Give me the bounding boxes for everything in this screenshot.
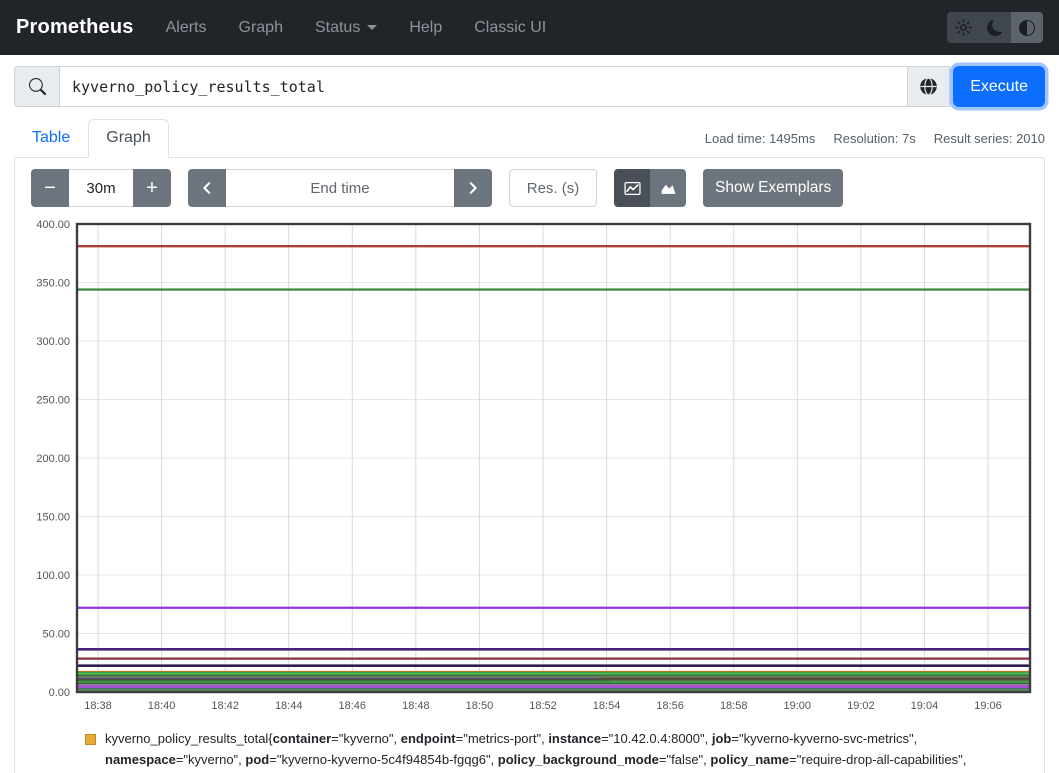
end-time-input[interactable] [226,169,454,207]
resolution-stat: Resolution: 7s [833,131,915,146]
caret-down-icon [367,25,377,30]
tab-table[interactable]: Table [14,119,88,157]
stacked-chart-button[interactable] [650,169,686,207]
line-chart-icon [624,180,641,197]
chart-type-toggle [614,169,686,207]
query-section: Execute [0,55,1059,115]
search-icon [29,78,46,95]
svg-text:19:06: 19:06 [974,700,1002,712]
nav-item-graph[interactable]: Graph [231,11,291,45]
svg-text:50.00: 50.00 [42,629,70,641]
svg-text:18:48: 18:48 [402,700,430,712]
area-chart-icon [660,180,677,197]
range-stepper: − + [31,169,171,207]
range-increase-button[interactable]: + [133,169,171,207]
time-series-plot[interactable]: 400.00 350.00 300.00 250.00 200.00 150.00 100.… [25,217,1037,713]
svg-text:18:38: 18:38 [84,700,112,712]
top-navbar: Prometheus Alerts Graph Status Help Clas… [0,0,1059,55]
svg-text:0.00: 0.00 [49,687,70,699]
panel-tabs: Table Graph Load time: 1495ms Resolution… [14,119,1045,157]
time-forward-button[interactable] [454,169,492,207]
app-brand[interactable]: Prometheus [16,16,134,39]
legend-item[interactable]: kyverno_policy_results_total{container="… [85,729,1015,773]
result-series-stat: Result series: 2010 [934,131,1045,146]
nav-item-status-label: Status [315,19,360,37]
nav-item-alerts[interactable]: Alerts [158,11,215,45]
line-chart-button[interactable] [614,169,650,207]
load-time-stat: Load time: 1495ms [705,131,816,146]
nav-item-help[interactable]: Help [401,11,450,45]
search-addon [14,66,59,107]
resolution-input[interactable] [509,169,597,207]
globe-icon [919,77,938,96]
range-input[interactable] [69,169,133,207]
svg-text:18:50: 18:50 [466,700,494,712]
svg-text:19:02: 19:02 [847,700,875,712]
circle-half-icon [1019,20,1035,36]
svg-text:18:46: 18:46 [339,700,367,712]
time-back-button[interactable] [188,169,226,207]
show-exemplars-button[interactable]: Show Exemplars [703,169,843,207]
moon-icon [987,20,1003,36]
end-time-picker [188,169,492,207]
metrics-explorer-addon[interactable] [908,66,950,107]
theme-toggle-group [947,12,1043,43]
svg-text:300.00: 300.00 [36,336,70,348]
svg-text:18:52: 18:52 [529,700,557,712]
svg-text:18:56: 18:56 [656,700,684,712]
svg-text:250.00: 250.00 [36,395,70,407]
execute-button[interactable]: Execute [953,66,1045,107]
svg-text:200.00: 200.00 [36,453,70,465]
range-decrease-button[interactable]: − [31,169,69,207]
legend-swatch [85,734,96,745]
theme-dark-button[interactable] [979,12,1011,43]
svg-text:350.00: 350.00 [36,278,70,290]
theme-light-button[interactable] [947,12,979,43]
svg-text:400.00: 400.00 [36,219,70,231]
svg-text:18:40: 18:40 [148,700,176,712]
nav-item-classic-ui[interactable]: Classic UI [466,11,554,45]
svg-text:19:04: 19:04 [911,700,939,712]
query-expression-input[interactable] [59,66,908,107]
chart-area: 400.00 350.00 300.00 250.00 200.00 150.00 100.… [25,217,1034,713]
svg-text:150.00: 150.00 [36,512,70,524]
chevron-right-icon [466,181,480,195]
svg-text:18:42: 18:42 [211,700,239,712]
sun-icon [955,19,972,36]
svg-text:18:54: 18:54 [593,700,621,712]
legend-label: kyverno_policy_results_total{container="… [105,729,1015,773]
query-input-group: Execute [14,66,1045,107]
nav-item-status[interactable]: Status [307,11,385,45]
svg-text:18:58: 18:58 [720,700,748,712]
svg-text:100.00: 100.00 [36,570,70,582]
svg-text:18:44: 18:44 [275,700,303,712]
tab-graph[interactable]: Graph [88,119,168,158]
query-stats: Load time: 1495ms Resolution: 7s Result … [705,131,1045,146]
theme-auto-button[interactable] [1011,12,1043,43]
svg-text:19:00: 19:00 [784,700,812,712]
chevron-left-icon [200,181,214,195]
graph-controls: − + [31,169,1028,207]
graph-panel: − + [14,157,1045,773]
